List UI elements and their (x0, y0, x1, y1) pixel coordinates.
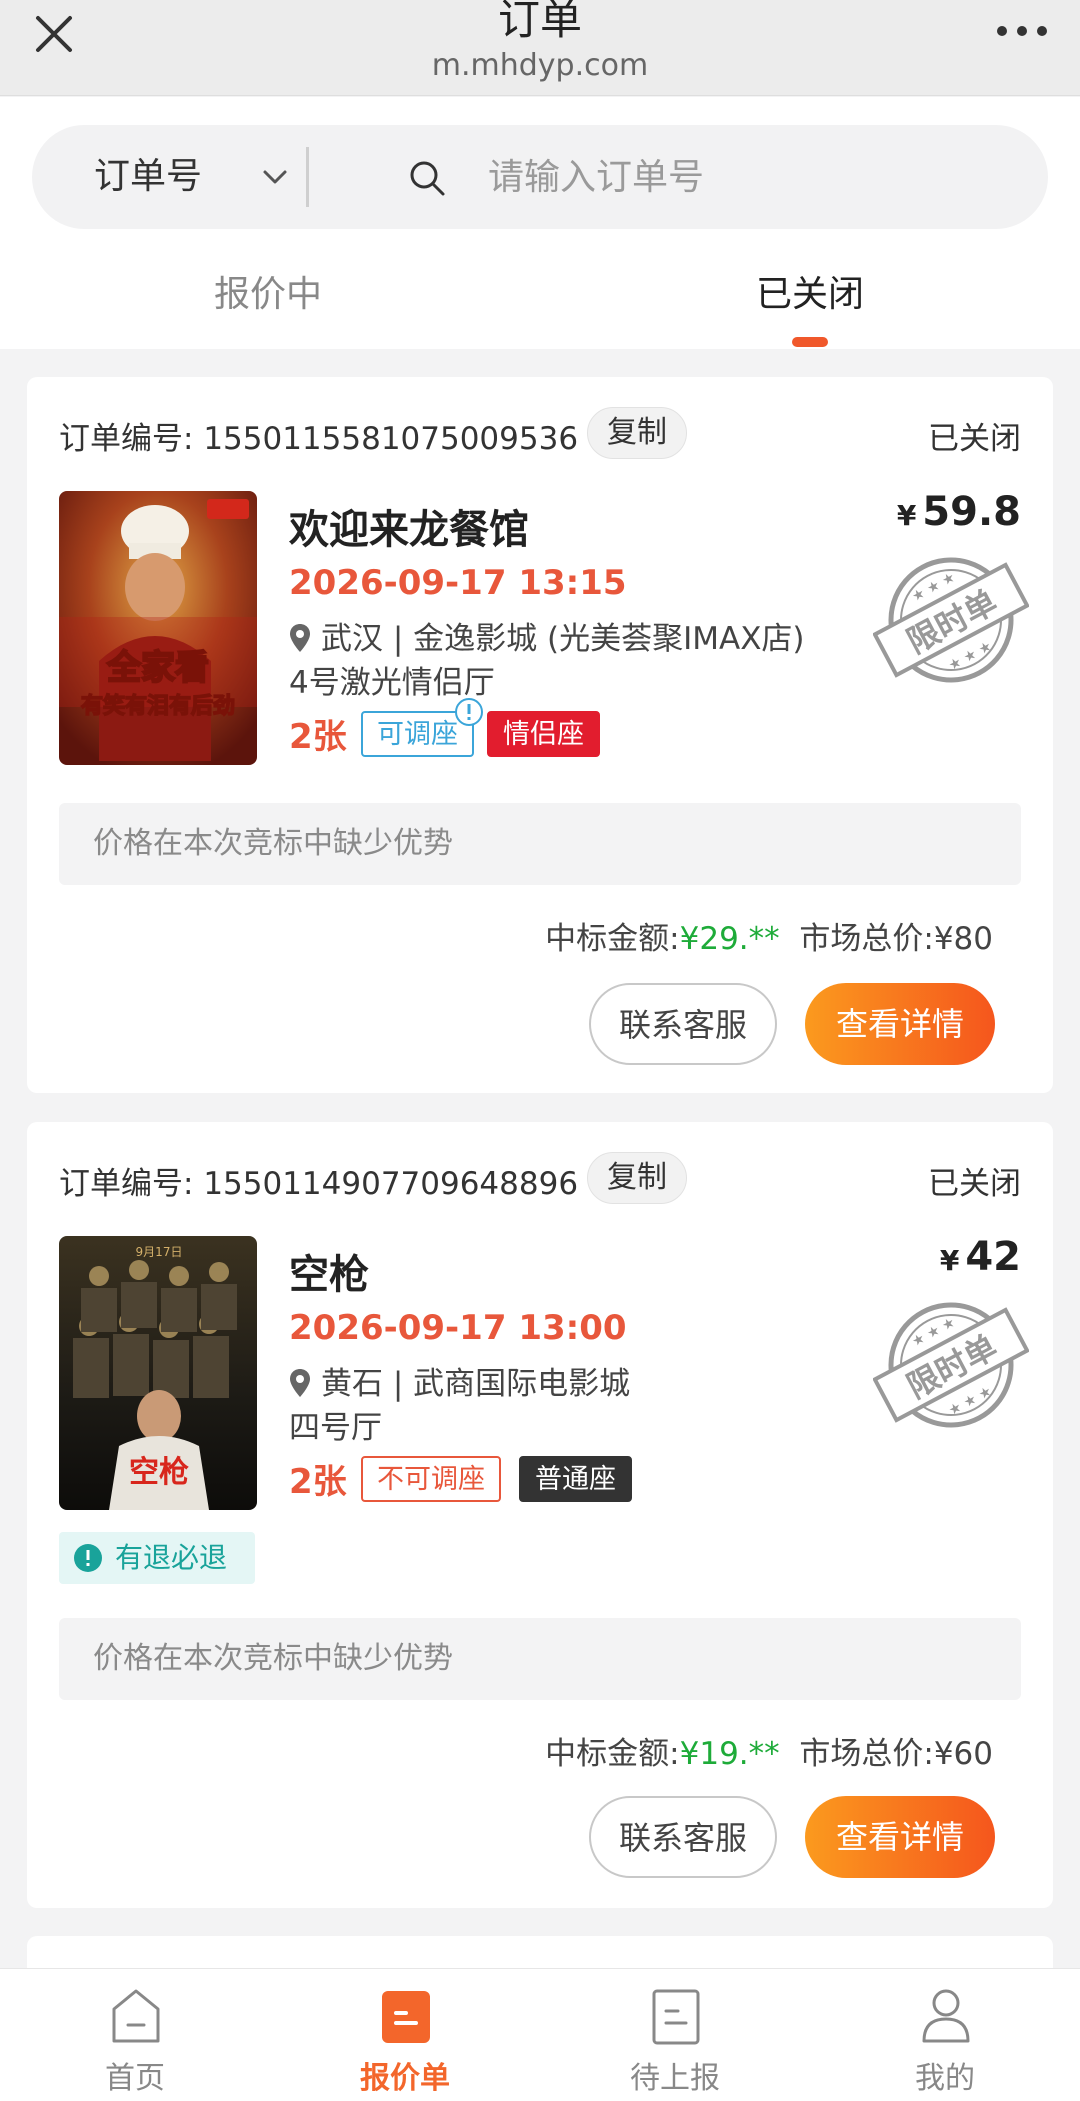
page-host: m.mhdyp.com (431, 48, 649, 83)
alert-icon (74, 1544, 102, 1572)
home-icon (112, 1989, 160, 2043)
search-icon (410, 161, 445, 196)
refund-guarantee-badge: 有退必退 (59, 1532, 255, 1584)
browser-header: 订单 m.mhdyp.com (0, 0, 1080, 96)
nav-profile[interactable]: 我的 (810, 1969, 1080, 2101)
page-header: 订单号 报价中 已关闭 (0, 97, 1080, 349)
cinema-location: 黄石 | 武商国际电影城 (289, 1358, 630, 1403)
nav-quote-list[interactable]: 报价单 (270, 1969, 540, 2101)
tab-closed[interactable]: 已关闭 (756, 265, 864, 317)
report-icon (652, 1989, 700, 2045)
cinema-location: 武汉 | 金逸影城 (光美荟聚IMAX店) (289, 613, 805, 658)
order-price: ¥59.8 (896, 489, 1021, 535)
hall-name: 四号厅 (289, 1410, 382, 1446)
seat-type-tag: 普通座 (519, 1456, 632, 1502)
seat-adjust-tag: 不可调座 (361, 1456, 501, 1502)
search-input[interactable] (488, 125, 1008, 229)
close-reason: 价格在本次竞标中缺少优势 (59, 1618, 1021, 1700)
svg-text:9月17日: 9月17日 (136, 1245, 183, 1259)
more-icon[interactable] (994, 16, 1050, 46)
nav-pending-report[interactable]: 待上报 (540, 1969, 810, 2101)
info-icon[interactable] (454, 697, 484, 727)
quote-icon (382, 1991, 430, 2043)
movie-title: 空枪 (289, 1252, 369, 1298)
svg-text:空枪: 空枪 (129, 1455, 189, 1490)
order-card: 订单编号: 1550115581075009536 复制 已关闭 全家看 有笑有… (27, 377, 1053, 1093)
movie-title: 欢迎来龙餐馆 (289, 507, 529, 553)
contact-support-button[interactable]: 联系客服 (589, 983, 777, 1065)
hall-name: 4号激光情侣厅 (289, 665, 495, 701)
show-datetime: 2026-09-17 13:00 (289, 1308, 627, 1348)
page-title: 订单 (497, 0, 582, 44)
location-pin-icon (290, 624, 310, 652)
order-status: 已关闭 (928, 1166, 1021, 1202)
seat-type-tag: 情侣座 (487, 711, 600, 757)
order-price: ¥42 (939, 1234, 1021, 1280)
search-type-select[interactable]: 订单号 (94, 125, 202, 229)
movie-poster[interactable]: 空枪 9月17日 (59, 1236, 257, 1510)
seat-adjust-tag: 可调座 (361, 698, 483, 757)
copy-button[interactable]: 复制 (587, 1152, 687, 1204)
order-number: 订单编号: 1550115581075009536 (59, 421, 579, 457)
movie-poster[interactable]: 全家看 有笑有泪有后劲 (59, 491, 257, 765)
contact-support-button[interactable]: 联系客服 (589, 1796, 777, 1878)
limited-time-stamp: 限时单 ★ ★ ★ ★ ★ ★ (873, 557, 1029, 683)
copy-button[interactable]: 复制 (587, 407, 687, 459)
close-reason: 价格在本次竞标中缺少优势 (59, 803, 1021, 885)
limited-time-stamp: 限时单 ★ ★ ★ ★ ★ ★ (873, 1302, 1029, 1428)
nav-home[interactable]: 首页 (0, 1969, 270, 2101)
order-card: 订单编号: 1550114907709648896 复制 已关闭 空枪 9月17… (27, 1122, 1053, 1908)
amount-summary: 中标金额:¥29.** 市场总价:¥80 (545, 921, 993, 957)
tab-active-indicator (792, 337, 828, 347)
location-pin-icon (290, 1369, 310, 1397)
order-status: 已关闭 (928, 421, 1021, 457)
bottom-nav: 首页 报价单 待上报 我的 (0, 1968, 1080, 2101)
order-number: 订单编号: 1550114907709648896 (59, 1166, 579, 1202)
show-datetime: 2026-09-17 13:15 (289, 563, 627, 603)
chevron-down-icon[interactable] (262, 167, 288, 187)
svg-text:有笑有泪有后劲: 有笑有泪有后劲 (81, 693, 235, 719)
ticket-count: 2张 (289, 717, 347, 757)
view-details-button[interactable]: 查看详情 (805, 1796, 995, 1878)
search-bar: 订单号 (32, 125, 1048, 229)
search-divider (306, 147, 309, 207)
view-details-button[interactable]: 查看详情 (805, 983, 995, 1065)
svg-text:全家看: 全家看 (106, 648, 209, 688)
ticket-count: 2张 (289, 1462, 347, 1502)
tab-quoting[interactable]: 报价中 (214, 265, 322, 317)
amount-summary: 中标金额:¥19.** 市场总价:¥60 (545, 1736, 993, 1772)
user-icon (922, 1989, 970, 2043)
